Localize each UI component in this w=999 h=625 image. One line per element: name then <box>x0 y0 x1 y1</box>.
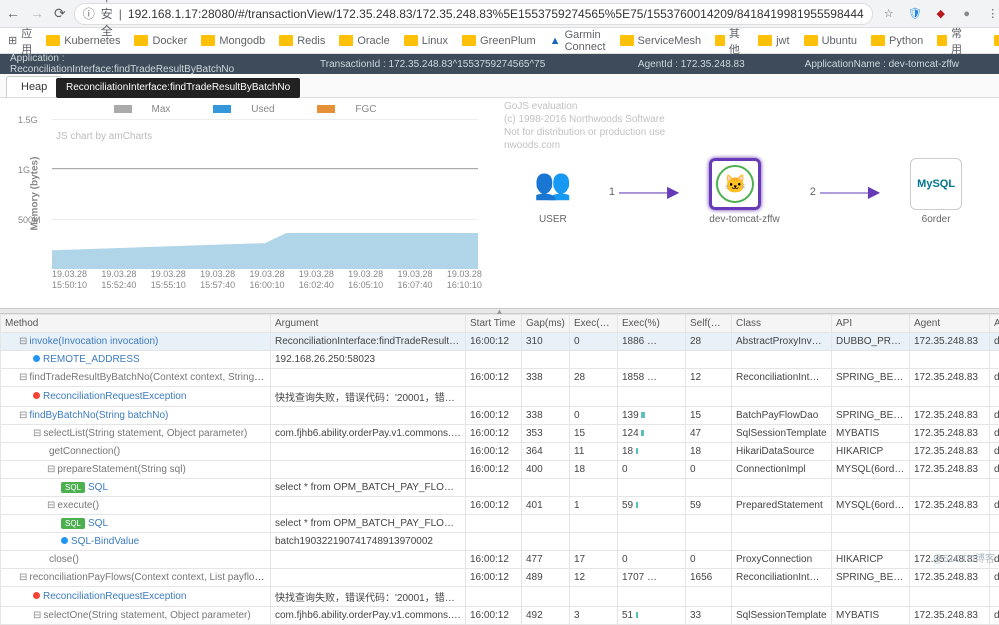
app-header: Application : ReconciliationInterface:fi… <box>0 54 999 74</box>
table-row[interactable]: close()16:00:12477170 0ProxyConnectionHI… <box>1 551 999 569</box>
table-row[interactable]: ⊟invoke(Invocation invocation)Reconcilia… <box>1 333 999 351</box>
chart-x-ticks: 19.03.2815:50:10 19.03.2815:52:40 19.03.… <box>52 269 482 291</box>
table-row[interactable]: ⊟reconciliationPayFlows(Context context,… <box>1 569 999 587</box>
table-row[interactable]: ⊟execute()16:00:12401159 59PreparedState… <box>1 497 999 515</box>
shield-icon[interactable]: 🛡 <box>907 6 923 22</box>
col-self[interactable]: Self(ms) <box>686 315 732 333</box>
col-exec-ms[interactable]: Exec(ms) <box>570 315 618 333</box>
node-user[interactable]: 👥 USER <box>527 158 579 225</box>
tomcat-icon: 🐱 <box>709 158 761 210</box>
bookmark-item[interactable]: Ubuntu <box>804 35 857 47</box>
edge-2: 2 ———▶ <box>810 182 880 202</box>
table-row[interactable]: ⊟selectOne(String statement, Object para… <box>1 607 999 625</box>
bookmarks-bar: ⊞ 应用 Kubernetes Docker Mongodb Redis Ora… <box>0 28 999 54</box>
bookmark-item[interactable]: 其他 <box>715 25 744 57</box>
nav-reload-icon[interactable]: ⟳ <box>54 5 66 22</box>
star-icon[interactable]: ☆ <box>881 6 897 22</box>
bookmark-item[interactable]: 常用 <box>937 25 966 57</box>
edge-1: 1 ———▶ <box>609 182 679 202</box>
bookmark-item[interactable]: Mongodb <box>201 35 265 47</box>
table-row[interactable]: ⊟findTradeResultByBatchNo(Context contex… <box>1 369 999 387</box>
header-transaction-id: TransactionId : 172.35.248.83^1553759274… <box>290 59 575 70</box>
chart-legend: Max Used FGC <box>8 104 482 115</box>
chart-tabs: Heap ReconciliationInterface:findTradeRe… <box>0 74 999 98</box>
col-agent[interactable]: Agent <box>910 315 990 333</box>
table-row[interactable]: ⊟prepareStatement(String sql)16:00:12400… <box>1 461 999 479</box>
header-application: Application : ReconciliationInterface:fi… <box>10 53 290 75</box>
table-row[interactable]: SQL-BindValuebatch1903221907417489139700… <box>1 533 999 551</box>
ublock-icon[interactable]: ◆ <box>933 6 949 22</box>
col-class[interactable]: Class <box>732 315 832 333</box>
table-row[interactable]: ⊟selectList(String statement, Object par… <box>1 425 999 443</box>
table-row[interactable]: getConnection()16:00:123641118 18HikariD… <box>1 443 999 461</box>
chart-used-area <box>52 233 478 269</box>
header-app-name: ApplicationName : dev-tomcat-zffw <box>775 59 989 70</box>
header-agent-id: AgentId : 172.35.248.83 <box>608 59 775 70</box>
mysql-icon: MySQL <box>910 158 962 210</box>
bookmark-item[interactable]: Python <box>871 35 923 47</box>
url-text: 192.168.1.17:28080/#/transactionView/172… <box>128 7 864 21</box>
tooltip: ReconciliationInterface:findTradeResultB… <box>56 78 300 98</box>
table-row[interactable]: SQLSQLselect * from OPM_BATCH_PAY_FLOW w… <box>1 515 999 533</box>
call-tree-table: Method Argument Start Time Gap(ms) Exec(… <box>0 314 999 625</box>
node-mysql[interactable]: MySQL 6order <box>910 158 962 225</box>
gojs-watermark: GoJS evaluation (c) 1998-2016 Northwoods… <box>504 100 665 152</box>
bookmark-item[interactable]: Oracle <box>339 35 389 47</box>
table-row[interactable]: SQLSQLselect * from OPM_BATCH_PAY_FLOW w… <box>1 479 999 497</box>
bookmark-item[interactable]: Redis <box>279 35 325 47</box>
server-map[interactable]: GoJS evaluation (c) 1998-2016 Northwoods… <box>490 98 999 308</box>
table-row[interactable]: ReconciliationRequestException快找查询失败，错误代… <box>1 587 999 607</box>
chart-max-line <box>52 168 478 169</box>
extension-icon[interactable]: ● <box>959 6 975 22</box>
nav-back-icon[interactable]: ← <box>6 5 20 22</box>
bookmark-item[interactable]: Kubernetes <box>46 35 120 47</box>
table-row[interactable]: ⊟findByBatchNo(String batchNo)16:00:1233… <box>1 407 999 425</box>
corner-watermark: @51CTO博客 <box>933 550 995 565</box>
col-start-time[interactable]: Start Time <box>466 315 522 333</box>
col-argument[interactable]: Argument <box>271 315 466 333</box>
apps-button[interactable]: ⊞ 应用 <box>8 25 32 57</box>
col-api[interactable]: API <box>832 315 910 333</box>
user-icon: 👥 <box>527 158 579 210</box>
tab-heap[interactable]: Heap <box>6 76 62 97</box>
info-icon[interactable]: ⓘ <box>83 5 95 22</box>
bookmark-item[interactable]: Linux <box>404 35 448 47</box>
col-application[interactable]: Applicatio <box>990 315 999 333</box>
bookmark-item[interactable]: Docker <box>134 35 187 47</box>
bookmark-item[interactable]: ▲Garmin Connect <box>550 29 606 53</box>
insecure-label: 不安全 <box>101 0 113 39</box>
node-tomcat[interactable]: 🐱 dev-tomcat-zffw <box>709 158 779 225</box>
table-header-row: Method Argument Start Time Gap(ms) Exec(… <box>1 315 999 333</box>
bookmark-item[interactable]: ServiceMesh <box>620 35 702 47</box>
memory-chart: Max Used FGC Memory (bytes) JS chart by … <box>0 98 490 308</box>
col-gap[interactable]: Gap(ms) <box>522 315 570 333</box>
table-row[interactable]: REMOTE_ADDRESS192.168.26.250:58023 <box>1 351 999 369</box>
table-row[interactable]: ReconciliationRequestException快找查询失败，错误代… <box>1 387 999 407</box>
col-exec-pct[interactable]: Exec(%) <box>618 315 686 333</box>
url-bar[interactable]: ⓘ 不安全 | 192.168.1.17:28080/#/transaction… <box>74 3 873 25</box>
browser-toolbar: ← → ⟳ ⓘ 不安全 | 192.168.1.17:28080/#/trans… <box>0 0 999 28</box>
bookmark-item[interactable]: GreenPlum <box>462 35 536 47</box>
bookmark-overflow[interactable]: 其他书 <box>994 17 999 65</box>
chart-credit: JS chart by amCharts <box>56 131 152 142</box>
col-method[interactable]: Method <box>1 315 271 333</box>
nav-forward-icon: → <box>30 5 44 22</box>
bookmark-item[interactable]: jwt <box>758 35 789 47</box>
